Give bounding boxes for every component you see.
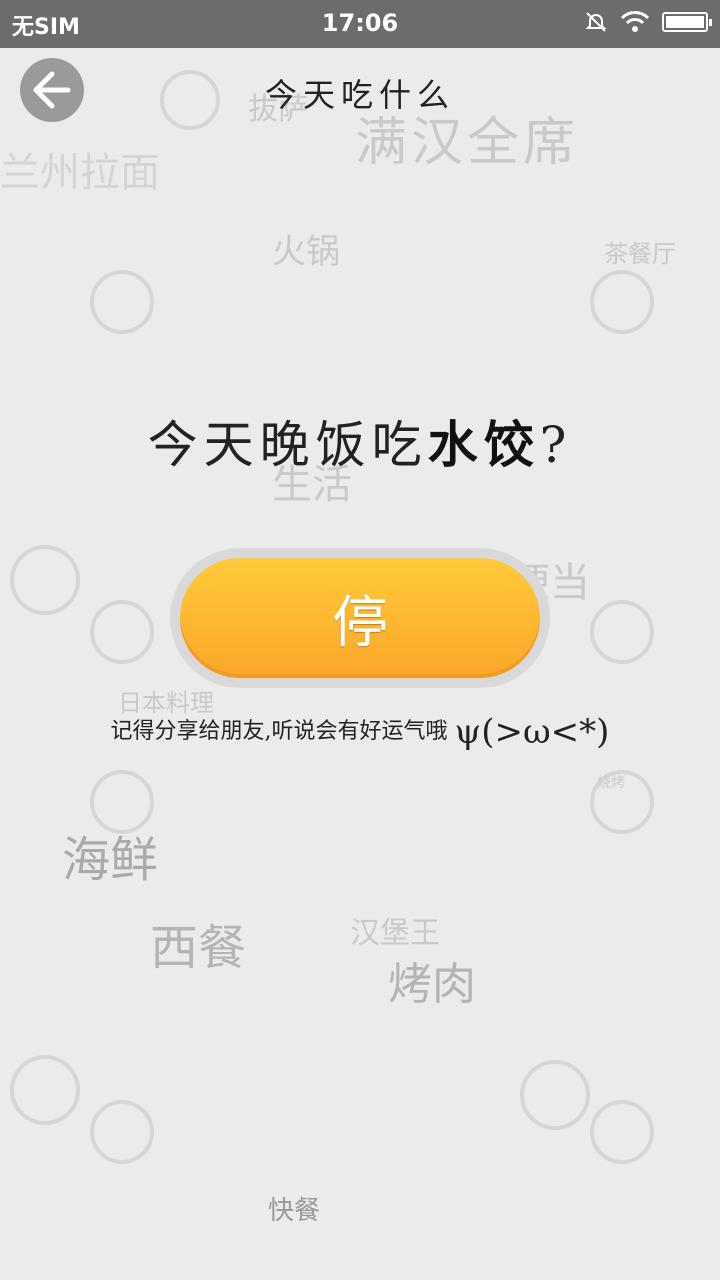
- plate-doodle: [90, 1100, 154, 1164]
- plate-doodle: [520, 1060, 590, 1130]
- plate-doodle: [10, 545, 80, 615]
- share-hint-text: 记得分享给朋友,听说会有好运气哦: [110, 719, 448, 744]
- bg-word: 茶餐厅: [604, 240, 676, 268]
- stop-button[interactable]: 停: [180, 558, 540, 678]
- bg-word: 烤肉: [388, 959, 476, 1010]
- alarm-off-icon: [585, 12, 607, 32]
- status-bar: 无SIM 17:06: [0, 0, 720, 48]
- prompt-prefix: 今天晚饭吃: [147, 416, 428, 474]
- plate-doodle: [590, 270, 654, 334]
- status-icons: [584, 10, 712, 34]
- bg-word: 兰州拉面: [0, 150, 160, 196]
- bg-word: 火锅: [272, 232, 340, 272]
- dinner-prompt: 今天晚饭吃水饺?: [0, 405, 720, 477]
- selected-dish: 水饺: [427, 415, 540, 474]
- wifi-icon: [620, 11, 650, 32]
- page-title: 今天吃什么: [264, 76, 455, 114]
- emoticon: ψ(>ω<*): [454, 712, 610, 752]
- bg-word: 西餐: [150, 920, 247, 976]
- plate-doodle: [90, 600, 154, 664]
- plate-doodle: [10, 1055, 80, 1125]
- plate-doodle: [590, 1100, 654, 1164]
- plate-doodle: [590, 600, 654, 664]
- prompt-suffix: ?: [539, 416, 573, 474]
- stop-button-label: 停: [332, 590, 388, 656]
- bg-word: 烧烤: [597, 775, 625, 791]
- battery-icon: [662, 12, 712, 32]
- plate-doodle: [90, 270, 154, 334]
- bg-word: 海鲜: [62, 832, 159, 888]
- bg-word: 快餐: [268, 1196, 321, 1226]
- share-hint: 记得分享给朋友,听说会有好运气哦 ψ(>ω<*): [0, 712, 720, 752]
- bg-word: 汉堡王: [350, 916, 440, 951]
